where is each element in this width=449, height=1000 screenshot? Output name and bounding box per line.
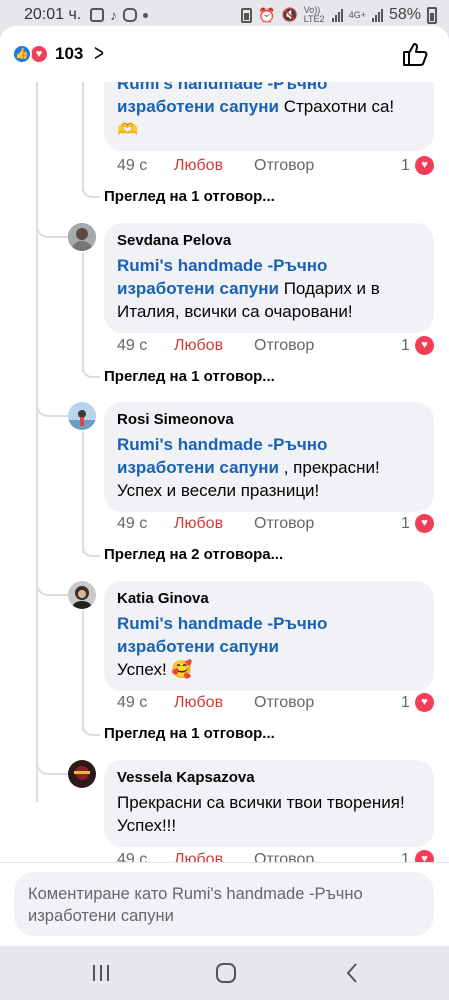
reply-branch <box>82 184 100 198</box>
chevron-right-icon[interactable]: > <box>94 40 104 68</box>
like-icon[interactable]: 👍 <box>12 44 32 64</box>
comment-author[interactable]: Sevdana Pelova <box>117 232 420 249</box>
love-button[interactable]: Любов <box>174 515 223 533</box>
thread-branch <box>36 580 70 596</box>
mention-tag[interactable]: Rumi's handmade -Ръчно изработени сапуни <box>117 614 327 656</box>
heart-reaction-icon[interactable]: ♥ <box>415 336 434 355</box>
signal-icon <box>331 8 343 22</box>
battery-percent: 58% <box>388 6 421 23</box>
comment-actions: 49 с Любов Отговор 1 ♥ <box>117 336 437 357</box>
love-button[interactable]: Любов <box>174 337 223 355</box>
gallery-icon <box>90 8 104 22</box>
comment-author[interactable]: Katia Ginova <box>117 590 420 607</box>
mute-icon: 🔇 <box>281 7 298 22</box>
avatar-photo-icon <box>68 581 96 609</box>
notification-icons: ♪ <box>90 7 148 23</box>
comment-author[interactable]: Rosi Simeonova <box>117 411 420 428</box>
reply-branch <box>82 364 100 378</box>
comment-time: 49 с <box>117 157 148 174</box>
comment-text: Прекрасни са всички твои творения!Успех!… <box>117 793 405 835</box>
reply-branch <box>82 722 100 736</box>
comment-bubble: Sevdana Pelova Rumi's handmade -Ръчно из… <box>104 223 434 333</box>
comment-actions: 49 с Любов Отговор 1 ♥ <box>117 156 437 177</box>
reaction-count[interactable]: 1 <box>401 157 410 175</box>
view-replies-link[interactable]: Преглед на 1 отговор... <box>104 368 275 385</box>
emoji: 🥰 <box>171 660 193 679</box>
comment-bubble: Katia Ginova Rumi's handmade -Ръчно изра… <box>104 581 434 691</box>
avatar-photo-icon <box>68 402 96 430</box>
reply-line <box>82 610 84 731</box>
comments-sheet: Rumi's handmade -Ръчно изработени сапуни… <box>0 26 449 946</box>
status-time: 20:01 ч. <box>24 6 82 23</box>
system-nav-bar <box>0 946 449 1000</box>
comment-bubble: Vessela Kapsazova Прекрасни са всички тв… <box>104 760 434 847</box>
comment-time: 49 с <box>117 337 148 354</box>
thread-line <box>36 82 38 802</box>
comment-text: Страхотни са! <box>278 97 395 116</box>
reaction-total[interactable]: 103 <box>55 44 83 64</box>
thread-branch <box>36 222 70 238</box>
more-notifications-icon <box>143 12 148 18</box>
status-right: ⏰ 🔇 Vo)) LTE2 4G+ 58% <box>241 6 437 24</box>
comment-text: Успех! <box>117 660 172 679</box>
reply-button[interactable]: Отговор <box>254 337 314 355</box>
back-icon[interactable] <box>340 960 366 986</box>
composer-area: Коментиране като Rumi's handmade -Ръчно … <box>0 862 449 946</box>
reaction-count[interactable]: 1 <box>401 515 410 533</box>
thread-branch <box>36 759 70 775</box>
avatar[interactable] <box>68 402 96 430</box>
love-button[interactable]: Любов <box>174 694 223 712</box>
reaction-count[interactable]: 1 <box>401 337 410 355</box>
reaction-count[interactable]: 1 <box>401 694 410 712</box>
network-label: Vo)) LTE2 <box>303 5 325 24</box>
thumbs-up-icon[interactable] <box>401 41 429 67</box>
battery-saver-icon <box>241 7 253 23</box>
love-icon[interactable]: ♥ <box>29 44 49 64</box>
reply-line <box>82 252 84 372</box>
comment-actions: 49 с Любов Отговор 1 ♥ <box>117 514 437 535</box>
home-icon[interactable] <box>213 960 239 986</box>
signal-icon-2 <box>371 8 383 22</box>
network-type: 4G+ <box>348 9 366 20</box>
reply-button[interactable]: Отговор <box>254 515 314 533</box>
battery-icon <box>427 6 437 24</box>
comment-actions: 49 с Любов Отговор 1 ♥ <box>117 693 437 714</box>
avatar-photo-icon <box>68 760 96 788</box>
avatar[interactable] <box>68 760 96 788</box>
reply-button[interactable]: Отговор <box>254 694 314 712</box>
alarm-icon: ⏰ <box>258 6 276 23</box>
reply-line <box>82 431 84 553</box>
comment-thread: Rumi's handmade -Ръчно изработени сапуни… <box>0 26 449 946</box>
comment-time: 49 с <box>117 515 148 532</box>
avatar-photo-icon <box>68 223 96 251</box>
comment-bubble: Rosi Simeonova Rumi's handmade -Ръчно из… <box>104 402 434 512</box>
reply-branch <box>82 543 100 557</box>
avatar[interactable] <box>68 223 96 251</box>
comment-author[interactable]: Vessela Kapsazova <box>117 769 420 786</box>
comment-time: 49 с <box>117 694 148 711</box>
emoji: 🫶 <box>117 120 139 139</box>
heart-reaction-icon[interactable]: ♥ <box>415 156 434 175</box>
view-replies-link[interactable]: Преглед на 1 отговор... <box>104 725 275 742</box>
view-replies-link[interactable]: Преглед на 1 отговор... <box>104 188 275 205</box>
reply-line <box>82 82 84 192</box>
tiktok-icon: ♪ <box>110 7 117 23</box>
love-button[interactable]: Любов <box>174 157 223 175</box>
recent-apps-icon[interactable] <box>88 960 114 986</box>
heart-reaction-icon[interactable]: ♥ <box>415 514 434 533</box>
instagram-icon <box>123 8 137 22</box>
heart-reaction-icon[interactable]: ♥ <box>415 693 434 712</box>
comment-input[interactable]: Коментиране като Rumi's handmade -Ръчно … <box>14 872 434 936</box>
avatar[interactable] <box>68 581 96 609</box>
reactions-header: ♥ 👍 103 > <box>0 26 449 82</box>
reply-button[interactable]: Отговор <box>254 157 314 175</box>
view-replies-link[interactable]: Преглед на 2 отговора... <box>104 546 283 563</box>
thread-branch <box>36 401 70 417</box>
